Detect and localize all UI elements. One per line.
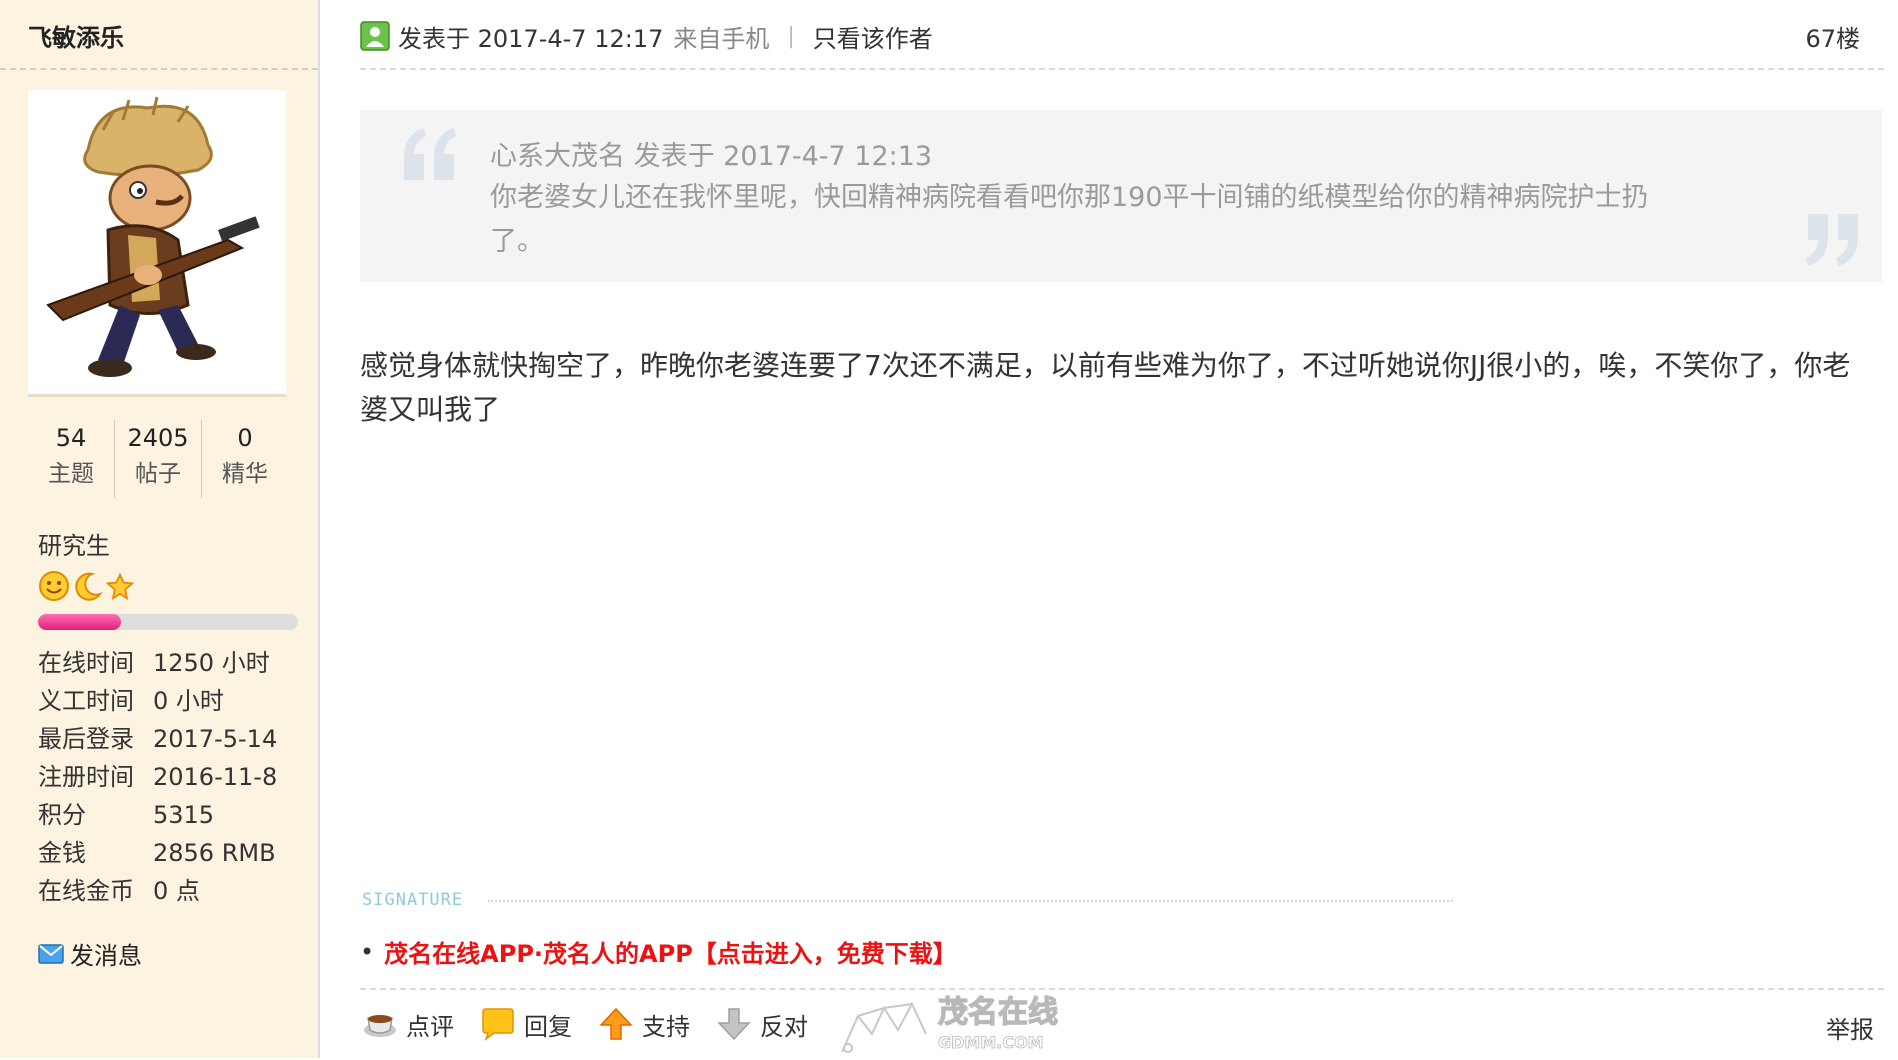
post-header: 发表于 2017-4-7 12:17 来自手机 | 只看该作者 67楼	[360, 16, 1860, 56]
post-actions: 点评 回复 支持 反对	[362, 1006, 834, 1042]
quote-block: 心系大茂名 发表于 2017-4-7 12:13 你老婆女儿还在我怀里呢，快回精…	[360, 110, 1882, 282]
info-value: 5315	[153, 801, 215, 829]
info-row-points: 积分 5315	[38, 796, 308, 834]
envelope-icon	[38, 943, 64, 964]
avatar[interactable]	[28, 90, 286, 397]
signature-bullet: •	[360, 937, 375, 966]
author-username[interactable]: 飞敏添乐	[28, 18, 124, 53]
avatar-image	[46, 96, 260, 377]
post-time: 发表于 2017-4-7 12:17	[398, 24, 664, 53]
info-row-last-login: 最后登录 2017-5-14	[38, 720, 308, 758]
author-stats: 54 主题 2405 帖子 0 精华	[28, 420, 288, 498]
footer-divider	[360, 988, 1884, 990]
reply-button[interactable]: 回复	[480, 1006, 572, 1042]
info-value: 2856 RMB	[153, 839, 276, 867]
info-value: 2017-5-14	[153, 725, 278, 753]
arrow-down-icon	[717, 1008, 751, 1041]
stat-value: 54	[55, 424, 87, 452]
site-watermark: 茂名在线 GDMM.COM	[838, 990, 1068, 1056]
sidebar-divider	[0, 68, 318, 70]
info-key: 最后登录	[38, 725, 134, 753]
info-value: 0 小时	[153, 687, 224, 715]
online-user-icon	[360, 21, 390, 51]
signature-app-link[interactable]: 茂名在线APP·茂名人的APP【点击进入，免费下载】	[384, 934, 957, 969]
stat-label: 帖子	[135, 461, 181, 487]
smiley-icon	[39, 571, 69, 601]
author-sidebar: 飞敏添乐 54 主题 2405 帖子 0 精华 研究生 在线时间 1250 小时…	[0, 0, 320, 1058]
header-divider	[360, 68, 1884, 70]
oppose-button[interactable]: 反对	[716, 1006, 808, 1042]
floor-number[interactable]: 67楼	[1805, 19, 1860, 54]
signature-divider	[488, 900, 1453, 902]
post-source: 来自手机	[673, 24, 770, 53]
oppose-label: 反对	[760, 1012, 808, 1041]
info-value: 0 点	[153, 877, 200, 905]
stat-label: 精华	[222, 461, 268, 487]
support-button[interactable]: 支持	[598, 1006, 690, 1042]
quote-body: 你老婆女儿还在我怀里呢，快回精神病院看看吧你那190平十间铺的纸模型给你的精神病…	[490, 182, 1649, 257]
report-button[interactable]: 举报	[1826, 1010, 1874, 1045]
info-key: 积分	[38, 801, 86, 829]
rank-title[interactable]: 研究生	[38, 526, 110, 561]
info-key: 在线时间	[38, 649, 134, 677]
watermark-brand: 茂名在线	[938, 995, 1058, 1030]
info-key: 在线金币	[38, 877, 134, 905]
signature-label: SIGNATURE	[362, 890, 464, 910]
stat-posts[interactable]: 2405 帖子	[115, 420, 202, 498]
arrow-up-icon	[599, 1007, 633, 1040]
info-key: 金钱	[38, 839, 86, 867]
reply-label: 回复	[524, 1012, 572, 1041]
info-row-volunteer-time: 义工时间 0 小时	[38, 682, 308, 720]
stat-value: 0	[237, 424, 253, 452]
stat-label: 主题	[48, 461, 94, 487]
watermark-domain: GDMM.COM	[938, 1033, 1044, 1052]
info-key: 注册时间	[38, 763, 134, 791]
post-content: 感觉身体就快掏空了，昨晚你老婆连要了7次还不满足，以前有些难为你了，不过听她说你…	[360, 349, 1851, 426]
stat-value: 2405	[127, 424, 189, 452]
rank-icons	[38, 570, 134, 602]
info-value: 1250 小时	[153, 649, 270, 677]
info-value: 2016-11-8	[153, 763, 278, 791]
close-quote-icon	[1806, 214, 1858, 266]
info-row-online-time: 在线时间 1250 小时	[38, 644, 308, 682]
level-progress-bar	[38, 614, 298, 630]
comment-label: 点评	[406, 1012, 454, 1041]
info-row-register-time: 注册时间 2016-11-8	[38, 758, 308, 796]
stat-threads[interactable]: 54 主题	[28, 420, 115, 498]
info-row-online-coins: 在线金币 0 点	[38, 872, 308, 910]
send-message-label: 发消息	[70, 942, 142, 970]
author-info: 在线时间 1250 小时 义工时间 0 小时 最后登录 2017-5-14 注册…	[38, 644, 308, 910]
coffee-cup-icon	[364, 1015, 396, 1037]
level-progress-fill	[38, 614, 122, 630]
only-author-link[interactable]: 只看该作者	[813, 19, 933, 54]
signature-item: • 茂名在线APP·茂名人的APP【点击进入，免费下载】	[360, 934, 957, 969]
star-icon	[106, 572, 134, 600]
watermark-logo-icon: 茂名在线 GDMM.COM	[841, 994, 1059, 1053]
header-separator: |	[787, 23, 795, 49]
send-message-button[interactable]: 发消息	[38, 936, 142, 971]
moon-icon	[75, 572, 103, 601]
speech-bubble-icon	[482, 1008, 514, 1042]
open-quote-icon	[404, 128, 456, 180]
stat-digest[interactable]: 0 精华	[202, 420, 288, 498]
info-row-money: 金钱 2856 RMB	[38, 834, 308, 872]
comment-button[interactable]: 点评	[362, 1006, 454, 1042]
quote-header: 心系大茂名 发表于 2017-4-7 12:13	[490, 141, 933, 172]
support-label: 支持	[642, 1012, 690, 1041]
info-key: 义工时间	[38, 687, 134, 715]
